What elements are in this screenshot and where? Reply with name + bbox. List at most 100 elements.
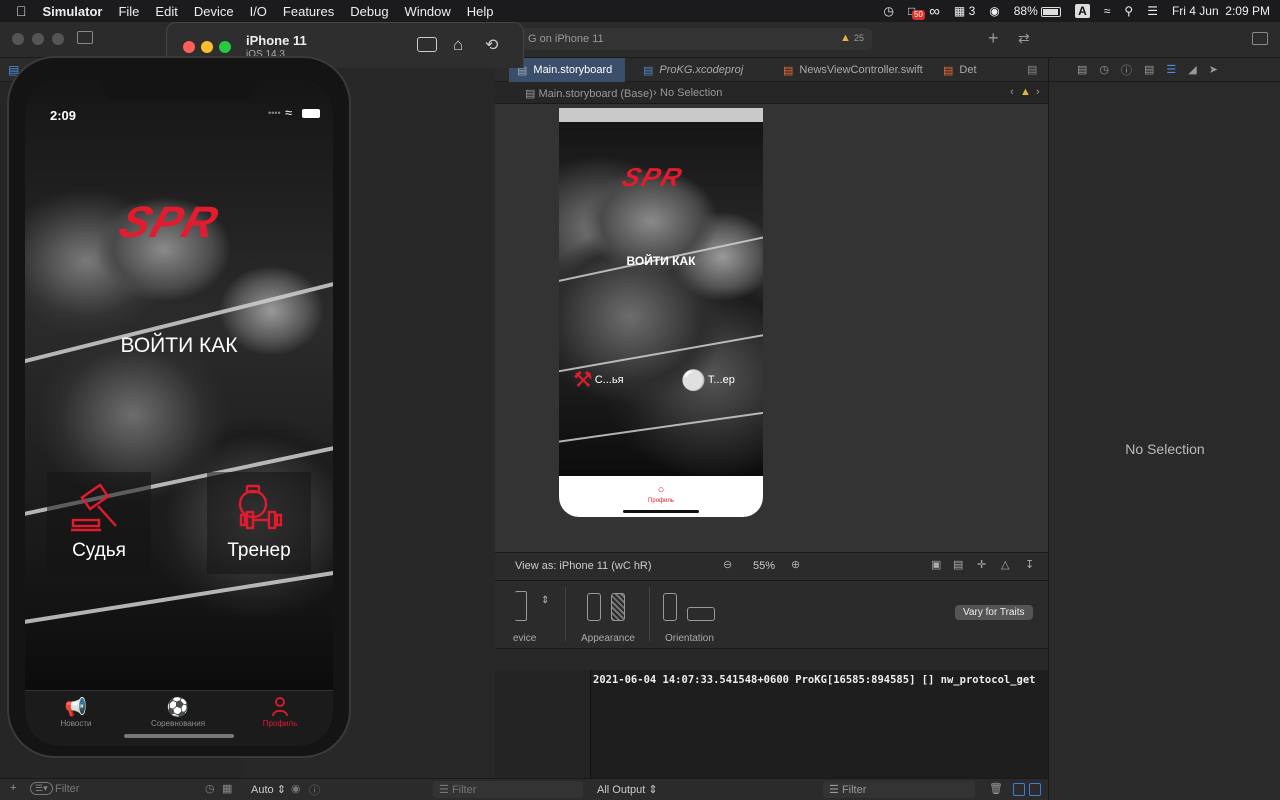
- console-output[interactable]: 2021-06-04 14:07:33.541548+0600 ProKG[16…: [590, 670, 1048, 778]
- add-constraints-icon[interactable]: ✛: [977, 558, 986, 571]
- size-inspector-icon[interactable]: ◢: [1188, 63, 1196, 76]
- zoom-out-icon[interactable]: ⊖: [723, 558, 732, 571]
- appearance-dark-icon[interactable]: [611, 593, 625, 621]
- home-icon[interactable]: ⌂: [453, 35, 463, 55]
- debug-bar: [495, 648, 1048, 670]
- filter-placeholder: Filter: [451, 784, 477, 796]
- storyboard-icon: ▤: [525, 88, 536, 100]
- gavel-icon: ⚒: [573, 367, 593, 392]
- play-circle-icon[interactable]: ◉: [989, 4, 999, 18]
- console-filter-input[interactable]: ☰ Filter: [823, 781, 975, 798]
- input-source[interactable]: A: [1075, 4, 1090, 18]
- stepper-icon[interactable]: ⇕: [541, 595, 549, 606]
- split-right-icon[interactable]: [1029, 783, 1041, 796]
- menu-features[interactable]: Features: [275, 4, 342, 19]
- tab-main-storyboard[interactable]: ▤ Main.storyboard: [509, 58, 625, 82]
- tab-competitions[interactable]: ⚽ Соревнования: [133, 697, 223, 728]
- menu-window[interactable]: Window: [397, 4, 459, 19]
- split-left-icon[interactable]: [1013, 783, 1025, 796]
- menu-debug[interactable]: Debug: [342, 4, 396, 19]
- menu-device[interactable]: Device: [186, 4, 242, 19]
- swap-icon[interactable]: ⇄: [1018, 30, 1030, 47]
- add-editor-icon[interactable]: ▤: [1027, 63, 1037, 76]
- eye-icon[interactable]: ◉: [291, 782, 301, 795]
- timer-icon[interactable]: ◷: [883, 4, 893, 18]
- tab-details[interactable]: ▤ Det: [935, 58, 995, 82]
- warnings-indicator[interactable]: ▲ 25: [840, 32, 864, 44]
- orientation-landscape-icon[interactable]: [687, 607, 715, 621]
- view-as-label[interactable]: View as: iPhone 11 (wC hR): [515, 560, 652, 572]
- scene-judge-button[interactable]: ⚒ С...ья: [573, 362, 653, 398]
- menu-app-name[interactable]: Simulator: [35, 4, 111, 19]
- previous-issue-icon[interactable]: ‹: [1010, 86, 1014, 98]
- filter-icon: ☰: [439, 784, 449, 796]
- info-icon[interactable]: ⓘ: [309, 782, 320, 798]
- zoom-in-icon[interactable]: ⊕: [791, 558, 800, 571]
- embed-in-icon[interactable]: ↧: [1025, 558, 1034, 571]
- menu-help[interactable]: Help: [459, 4, 502, 19]
- debug-area-bottom-bar: Auto ⇕ ◉ ⓘ ☰ Filter All Output ⇕ ☰ Filte…: [243, 778, 1048, 800]
- orientation-portrait-icon[interactable]: [663, 593, 677, 621]
- auto-variables-dropdown[interactable]: Auto ⇕: [251, 783, 286, 796]
- inspector-toggle-icon[interactable]: [1252, 32, 1268, 45]
- scene-tab-profile[interactable]: ○ Профиль: [641, 480, 681, 504]
- spotlight-search-icon[interactable]: ⚲: [1124, 4, 1133, 18]
- battery-indicator[interactable]: 88%: [1014, 4, 1062, 18]
- workspace-indicator[interactable]: ▦ 3: [954, 4, 975, 18]
- resolve-issues-icon[interactable]: △: [1001, 558, 1009, 571]
- history-inspector-icon[interactable]: ◷: [1099, 63, 1109, 76]
- identity-inspector-icon[interactable]: ▤: [1144, 63, 1154, 76]
- chevron-right-icon: ›: [653, 87, 657, 99]
- help-inspector-icon[interactable]: ⓘ: [1121, 62, 1132, 78]
- zoom-level[interactable]: 55%: [753, 560, 775, 572]
- jumpbar-selection[interactable]: No Selection: [660, 87, 722, 99]
- recent-files-icon[interactable]: ◷: [205, 782, 215, 795]
- menu-clock[interactable]: Fri 4 Jun 2:09 PM: [1172, 4, 1270, 18]
- scm-filter-icon[interactable]: ▦: [222, 782, 232, 795]
- tab-profile[interactable]: Профиль: [235, 697, 325, 728]
- iphone-screen[interactable]: 2:09 •••• ≈ SPR ВОЙТИ КАК Судья Тренер 📢…: [25, 78, 333, 746]
- zoom-window-button[interactable]: [219, 41, 231, 53]
- storyboard-scene[interactable]: SPR ВОЙТИ КАК ⚒ С...ья ⚪ Т...ер ○ Профил…: [559, 108, 763, 517]
- scene-coach-button[interactable]: ⚪ Т...ер: [681, 362, 761, 398]
- warning-icon[interactable]: ▲: [1020, 86, 1031, 98]
- navigator-filter-input[interactable]: Filter: [55, 783, 79, 795]
- add-icon[interactable]: +: [988, 28, 999, 49]
- menu-io[interactable]: I/O: [242, 4, 275, 19]
- infinity-icon[interactable]: ∞: [929, 3, 940, 20]
- coach-button[interactable]: Тренер: [207, 472, 311, 574]
- rotate-icon[interactable]: ⟲: [485, 35, 498, 55]
- jumpbar-file[interactable]: ▤ Main.storyboard (Base): [525, 87, 653, 100]
- filter-icon[interactable]: ☰▾: [30, 782, 53, 795]
- file-inspector-icon[interactable]: ▤: [1077, 63, 1087, 76]
- update-frames-icon[interactable]: ▣: [931, 558, 941, 571]
- notification-icon[interactable]: □50: [908, 4, 925, 20]
- attributes-inspector-icon[interactable]: ☰: [1166, 63, 1176, 76]
- next-issue-icon[interactable]: ›: [1036, 86, 1040, 98]
- close-window-button[interactable]: [183, 41, 195, 53]
- all-output-dropdown[interactable]: All Output ⇕: [597, 783, 658, 796]
- sidebar-toggle-icon[interactable]: [77, 31, 93, 44]
- tab-news[interactable]: 📢 Новости: [31, 697, 121, 728]
- home-indicator[interactable]: [124, 734, 234, 738]
- control-center-icon[interactable]: ☰: [1147, 4, 1158, 18]
- connections-inspector-icon[interactable]: ➤: [1209, 63, 1218, 76]
- menu-file[interactable]: File: [110, 4, 147, 19]
- judge-button[interactable]: Судья: [47, 472, 151, 574]
- tab-news-view-controller[interactable]: ▤ NewsViewController.swift: [775, 58, 925, 82]
- wifi-icon[interactable]: ≈: [1104, 4, 1111, 18]
- screenshot-icon[interactable]: [417, 37, 437, 52]
- minimize-window-button[interactable]: [201, 41, 213, 53]
- trash-icon[interactable]: 🗑: [989, 782, 1003, 795]
- zoom-window-button[interactable]: [52, 33, 64, 45]
- minimize-window-button[interactable]: [32, 33, 44, 45]
- apple-menu[interactable]: : [0, 3, 35, 19]
- menu-edit[interactable]: Edit: [147, 4, 185, 19]
- appearance-light-icon[interactable]: [587, 593, 601, 621]
- close-window-button[interactable]: [12, 33, 24, 45]
- add-file-icon[interactable]: +: [10, 782, 16, 794]
- tab-prokg-xcodeproj[interactable]: ▤ ProKG.xcodeproj: [635, 58, 765, 82]
- align-icon[interactable]: ▤: [953, 558, 963, 571]
- vary-for-traits-button[interactable]: Vary for Traits: [955, 605, 1033, 620]
- variables-filter-input[interactable]: ☰ Filter: [433, 781, 583, 798]
